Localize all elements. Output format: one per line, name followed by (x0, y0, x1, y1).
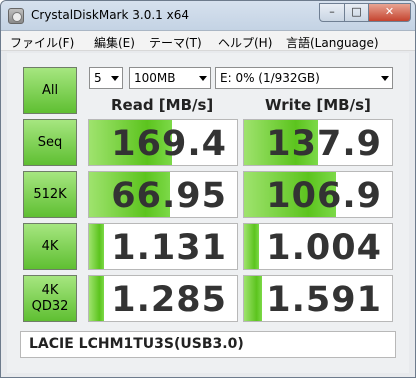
window-title: CrystalDiskMark 3.0.1 x64 (31, 8, 189, 22)
4k-write-meter: 1.004 (243, 223, 393, 270)
comment-field[interactable]: LACIE LCHM1TU3S(USB3.0) (20, 331, 396, 358)
4k-qd32-read-bar (89, 276, 104, 321)
4k-qd32-read-value: 1.285 (111, 280, 227, 320)
4k-qd32-write-bar (244, 276, 262, 321)
size-select[interactable]: 100MB (129, 67, 211, 89)
write-header: Write [MB/s] (265, 96, 371, 114)
menu-language[interactable]: 言語(Language) (286, 34, 379, 51)
close-button[interactable]: ✕ (368, 3, 411, 22)
4k-read-meter: 1.131 (88, 223, 238, 270)
512k-button[interactable]: 512K (23, 171, 77, 218)
menu-bar: ファイル(F) 編集(E) テーマ(T) ヘルプ(H) 言語(Language) (1, 31, 415, 51)
main-panel: All 5 100MB E: 0% (1/932GB) Read [MB/s] … (7, 53, 409, 373)
seq-write-value: 137.9 (266, 124, 382, 164)
512k-read-meter: 66.95 (88, 171, 238, 218)
menu-file[interactable]: ファイル(F) (10, 34, 74, 51)
4k-qd32-write-value: 1.591 (266, 280, 382, 320)
minimize-button[interactable]: – (319, 3, 345, 22)
size-value: 100MB (134, 71, 176, 85)
seq-write-meter: 137.9 (243, 119, 393, 166)
seq-button[interactable]: Seq (23, 119, 77, 166)
4k-qd32-read-meter: 1.285 (88, 275, 238, 322)
menu-theme[interactable]: テーマ(T) (149, 34, 202, 51)
count-value: 5 (94, 71, 102, 85)
4k-write-value: 1.004 (266, 228, 382, 268)
512k-read-value: 66.95 (111, 176, 227, 216)
drive-value: E: 0% (1/932GB) (220, 71, 320, 85)
seq-read-meter: 169.4 (88, 119, 238, 166)
read-header: Read [MB/s] (111, 96, 214, 114)
512k-write-value: 106.9 (266, 176, 382, 216)
4k-write-bar (244, 224, 259, 269)
all-button[interactable]: All (23, 67, 77, 114)
4k-qd32-button[interactable]: 4K QD32 (23, 275, 77, 322)
maximize-button[interactable]: □ (344, 3, 369, 22)
app-icon (8, 8, 24, 24)
count-select[interactable]: 5 (89, 67, 123, 89)
512k-write-meter: 106.9 (243, 171, 393, 218)
app-window: CrystalDiskMark 3.0.1 x64 – □ ✕ ファイル(F) … (0, 0, 416, 378)
4k-read-value: 1.131 (111, 228, 227, 268)
4k-read-bar (89, 224, 104, 269)
menu-help[interactable]: ヘルプ(H) (218, 34, 272, 51)
title-bar[interactable]: CrystalDiskMark 3.0.1 x64 – □ ✕ (1, 1, 415, 31)
seq-read-value: 169.4 (111, 124, 227, 164)
chevron-down-icon (111, 76, 119, 81)
4k-qd32-write-meter: 1.591 (243, 275, 393, 322)
drive-select[interactable]: E: 0% (1/932GB) (215, 67, 393, 89)
chevron-down-icon (199, 76, 207, 81)
menu-edit[interactable]: 編集(E) (94, 34, 135, 51)
4k-button[interactable]: 4K (23, 223, 77, 270)
chevron-down-icon (381, 76, 389, 81)
